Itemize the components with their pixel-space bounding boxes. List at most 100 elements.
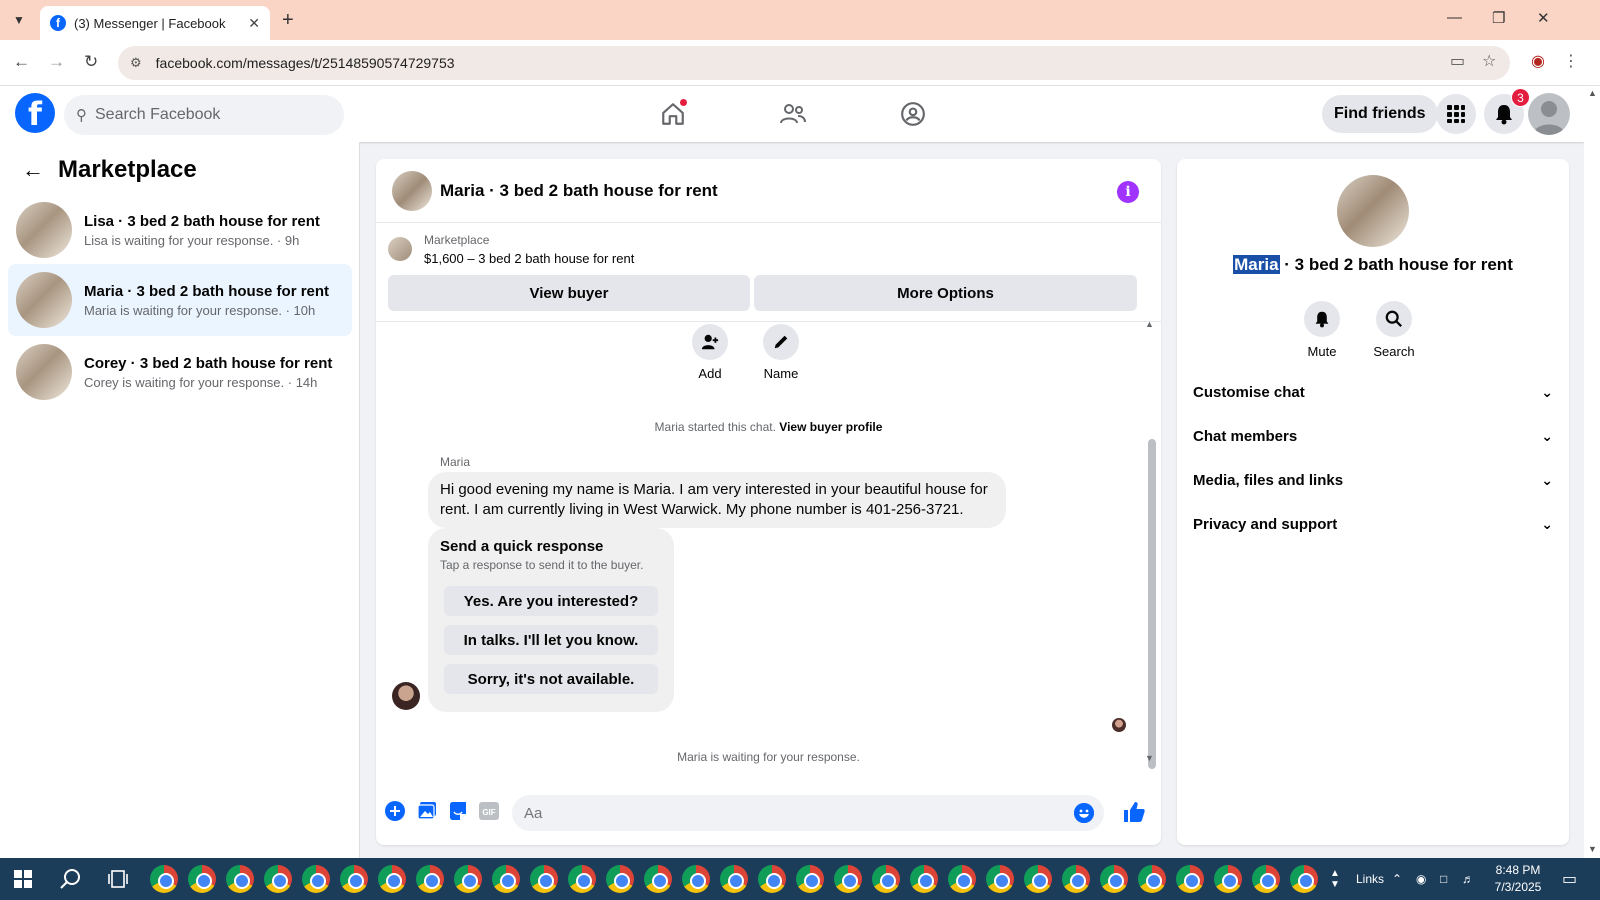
reload-icon[interactable]: ↻ (84, 52, 98, 72)
view-buyer-button[interactable]: View buyer (388, 275, 750, 311)
scroll-up-arrow-icon[interactable]: ▲ (1145, 319, 1154, 329)
edit-name-button[interactable]: Name (751, 324, 811, 381)
windows-start-icon[interactable] (14, 870, 32, 893)
chrome-taskbar-icon[interactable] (416, 865, 444, 893)
minimize-icon[interactable]: — (1447, 9, 1462, 26)
menu-grid-icon[interactable] (1436, 94, 1476, 134)
page-scrollbar[interactable]: ▲ ▼ (1584, 86, 1600, 858)
url-field[interactable]: ⚙ facebook.com/messages/t/25148590574729… (118, 46, 1510, 80)
chrome-taskbar-icon[interactable] (758, 865, 786, 893)
conversation-item-corey[interactable]: Corey · 3 bed 2 bath house for rent Core… (8, 336, 352, 408)
forward-icon[interactable]: → (48, 52, 65, 72)
meet-now-icon[interactable]: ◉ (1416, 858, 1426, 900)
chrome-taskbar-icon[interactable] (910, 865, 938, 893)
thread-scrollbar-thumb[interactable] (1148, 439, 1156, 769)
search-conversation-button[interactable]: Search (1364, 301, 1424, 359)
browser-menu-icon[interactable]: ⋮ (1563, 51, 1579, 71)
tray-chevron-up-icon[interactable]: ⌃ (1392, 858, 1402, 900)
back-arrow-icon[interactable]: ← (22, 157, 44, 183)
chrome-taskbar-icon[interactable] (264, 865, 292, 893)
conversation-item-lisa[interactable]: Lisa · 3 bed 2 bath house for rent Lisa … (8, 194, 352, 266)
chrome-taskbar-icon[interactable] (986, 865, 1014, 893)
plus-circle-icon[interactable] (384, 800, 406, 822)
profile-icon[interactable]: ◉ (1531, 51, 1545, 71)
chrome-taskbar-icon[interactable] (948, 865, 976, 893)
privacy-support-section[interactable]: Privacy and support ⌄ (1193, 504, 1553, 544)
network-icon[interactable]: □ (1440, 858, 1447, 900)
quick-response-in-talks-button[interactable]: In talks. I'll let you know. (444, 625, 658, 655)
chrome-taskbar-icon[interactable] (1176, 865, 1204, 893)
message-thread[interactable]: Add Name Maria started this chat. View b… (376, 322, 1161, 782)
quick-response-yes-button[interactable]: Yes. Are you interested? (444, 586, 658, 616)
bookmark-star-icon[interactable]: ☆ (1482, 51, 1496, 71)
friends-icon[interactable] (777, 98, 809, 130)
chrome-taskbar-icon[interactable] (454, 865, 482, 893)
home-icon[interactable] (657, 98, 689, 130)
notification-center-icon[interactable]: ▭ (1562, 858, 1577, 900)
quick-response-not-available-button[interactable]: Sorry, it's not available. (444, 664, 658, 694)
account-avatar[interactable] (1528, 93, 1570, 135)
chrome-taskbar-icon[interactable] (340, 865, 368, 893)
browser-tab[interactable]: f (3) Messenger | Facebook ✕ (40, 6, 270, 40)
taskbar-search-icon[interactable] (60, 868, 82, 895)
chrome-taskbar-icon[interactable] (720, 865, 748, 893)
window-close-icon[interactable]: ✕ (1537, 9, 1550, 27)
customise-chat-section[interactable]: Customise chat ⌄ (1193, 372, 1553, 412)
info-icon[interactable]: i (1117, 181, 1139, 203)
back-icon[interactable]: ← (13, 52, 30, 72)
chrome-taskbar-icon[interactable] (1214, 865, 1242, 893)
page-scroll-up-icon[interactable]: ▲ (1588, 88, 1597, 98)
more-options-button[interactable]: More Options (754, 275, 1137, 311)
chat-listing-avatar[interactable] (392, 170, 432, 211)
chat-members-section[interactable]: Chat members ⌄ (1193, 416, 1553, 456)
incoming-message[interactable]: Hi good evening my name is Maria. I am v… (428, 472, 1006, 528)
media-files-links-section[interactable]: Media, files and links ⌄ (1193, 460, 1553, 500)
site-info-icon[interactable]: ⚙ (130, 55, 142, 71)
sender-avatar[interactable] (392, 682, 420, 710)
emoji-icon[interactable] (1074, 803, 1094, 823)
chrome-taskbar-icon[interactable] (644, 865, 672, 893)
chrome-taskbar-icon[interactable] (1290, 865, 1318, 893)
gif-icon[interactable]: GIF (478, 800, 500, 822)
chrome-taskbar-icon[interactable] (188, 865, 216, 893)
chrome-taskbar-icon[interactable] (568, 865, 596, 893)
view-buyer-profile-link[interactable]: View buyer profile (779, 420, 882, 434)
mute-button[interactable]: Mute (1292, 301, 1352, 359)
chrome-taskbar-icon[interactable] (1024, 865, 1052, 893)
taskbar-scroll-icon[interactable]: ▲ ▼ (1330, 858, 1340, 900)
chat-title[interactable]: Maria · 3 bed 2 bath house for rent (440, 181, 718, 201)
chrome-taskbar-icon[interactable] (606, 865, 634, 893)
chrome-taskbar-icon[interactable] (1252, 865, 1280, 893)
groups-icon[interactable] (897, 98, 929, 130)
chrome-taskbar-icon[interactable] (302, 865, 330, 893)
volume-icon[interactable]: ♬ (1462, 858, 1474, 900)
chrome-taskbar-icon[interactable] (872, 865, 900, 893)
find-friends-button[interactable]: Find friends (1322, 95, 1438, 133)
tab-close-icon[interactable]: ✕ (248, 15, 260, 32)
chrome-taskbar-icon[interactable] (796, 865, 824, 893)
chrome-taskbar-icon[interactable] (1138, 865, 1166, 893)
new-tab-icon[interactable]: + (282, 9, 294, 32)
listing-avatar[interactable] (1337, 175, 1409, 247)
chrome-taskbar-icon[interactable] (492, 865, 520, 893)
chrome-taskbar-icon[interactable] (530, 865, 558, 893)
chrome-taskbar-icon[interactable] (226, 865, 254, 893)
tab-search-chevron-icon[interactable]: ▼ (6, 8, 32, 32)
conversation-item-maria[interactable]: Maria · 3 bed 2 bath house for rent Mari… (8, 264, 352, 336)
restore-icon[interactable]: ❐ (1492, 9, 1505, 27)
scroll-down-arrow-icon[interactable]: ▼ (1145, 753, 1154, 763)
message-input[interactable] (512, 795, 1104, 831)
sticker-icon[interactable] (447, 800, 469, 822)
links-toolbar[interactable]: Links (1356, 858, 1384, 900)
install-app-icon[interactable]: ▭ (1450, 51, 1465, 71)
notifications-bell-icon[interactable]: 3 (1484, 88, 1530, 134)
facebook-logo-icon[interactable]: f (15, 93, 55, 133)
page-scroll-down-icon[interactable]: ▼ (1588, 844, 1597, 854)
marketplace-listing-row[interactable]: Marketplace $1,600 – 3 bed 2 bath house … (388, 233, 634, 266)
chrome-taskbar-icon[interactable] (150, 865, 178, 893)
add-people-button[interactable]: Add (680, 324, 740, 381)
clock[interactable]: 8:48 PM 7/3/2025 (1486, 858, 1550, 900)
chrome-taskbar-icon[interactable] (1100, 865, 1128, 893)
chrome-taskbar-icon[interactable] (378, 865, 406, 893)
chrome-taskbar-icon[interactable] (1062, 865, 1090, 893)
